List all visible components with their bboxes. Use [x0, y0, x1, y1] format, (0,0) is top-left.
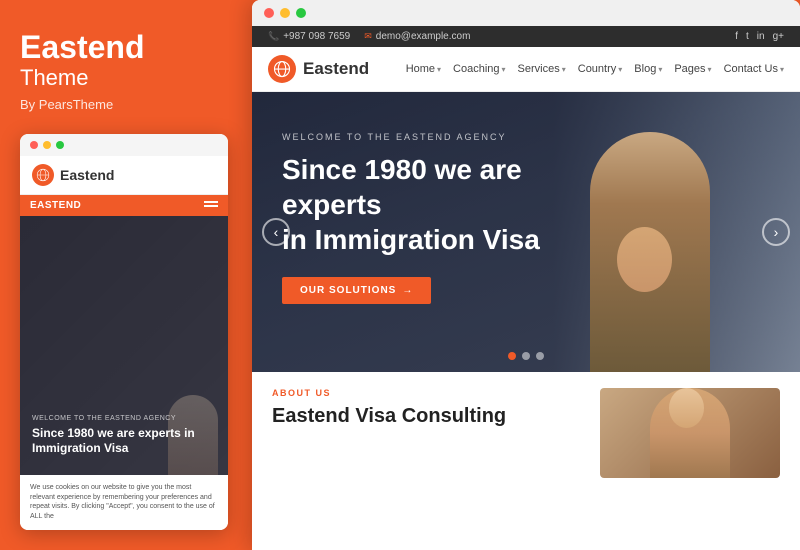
brand-by: By PearsTheme — [20, 97, 228, 112]
left-panel: Eastend Theme By PearsTheme Eastend EAST… — [0, 0, 248, 550]
nav-item-country[interactable]: Country ▾ — [578, 63, 623, 75]
nav-pages-chevron: ▾ — [708, 65, 712, 74]
nav-country-label: Country — [578, 63, 617, 75]
hero-headline: Since 1980 we are experts in Immigration… — [282, 152, 602, 257]
nav-contact-chevron: ▾ — [780, 65, 784, 74]
mini-browser-bar — [20, 134, 228, 156]
nav-coaching-label: Coaching — [453, 63, 499, 75]
nav-country-chevron: ▾ — [618, 65, 622, 74]
browser-dot-green[interactable] — [296, 8, 306, 18]
nav-logo-text: Eastend — [303, 59, 369, 79]
mini-hamburger-icon — [204, 201, 218, 211]
browser-chrome — [252, 0, 800, 26]
main-nav: Eastend Home ▾ Coaching ▾ Services ▾ Cou… — [252, 47, 800, 92]
brand-name: Eastend — [20, 30, 228, 65]
top-info-left: 📞 +987 098 7659 ✉ demo@example.com — [268, 31, 470, 42]
nav-blog-label: Blog — [634, 63, 656, 75]
nav-item-pages[interactable]: Pages ▾ — [674, 63, 711, 75]
nav-pages-label: Pages — [674, 63, 705, 75]
brand-subtitle: Theme — [20, 65, 228, 91]
top-info-bar: 📞 +987 098 7659 ✉ demo@example.com f t i… — [252, 26, 800, 47]
linkedin-icon[interactable]: in — [757, 31, 765, 42]
mini-dot-green — [56, 141, 64, 149]
mini-nav-bar: EASTEND — [20, 195, 228, 216]
mini-dot-yellow — [43, 141, 51, 149]
nav-coaching-chevron: ▾ — [502, 65, 506, 74]
hero-dot-1[interactable] — [508, 352, 516, 360]
facebook-icon[interactable]: f — [735, 31, 738, 42]
nav-item-coaching[interactable]: Coaching ▾ — [453, 63, 506, 75]
nav-item-blog[interactable]: Blog ▾ — [634, 63, 662, 75]
email-address: demo@example.com — [376, 31, 471, 42]
hero-cta-label: OUR SOLUTIONS — [300, 285, 396, 296]
hero-dot-3[interactable] — [536, 352, 544, 360]
mini-logo-icon — [32, 164, 54, 186]
nav-item-services[interactable]: Services ▾ — [518, 63, 566, 75]
main-browser: 📞 +987 098 7659 ✉ demo@example.com f t i… — [252, 0, 800, 550]
about-title: Eastend Visa Consulting — [272, 404, 584, 428]
hero-cta-button[interactable]: OUR SOLUTIONS → — [282, 277, 431, 304]
nav-home-label: Home — [406, 63, 435, 75]
about-image — [600, 388, 780, 478]
nav-logo[interactable]: Eastend — [268, 55, 369, 83]
mini-browser: Eastend EASTEND WELCOME TO THE EASTEND A… — [20, 134, 228, 530]
hero-prev-icon: ‹ — [274, 224, 279, 240]
browser-dot-red[interactable] — [264, 8, 274, 18]
nav-contact-label: Contact Us — [724, 63, 778, 75]
nav-item-contact[interactable]: Contact Us ▾ — [724, 63, 784, 75]
hero-content: WELCOME TO THE EASTEND AGENCY Since 1980… — [252, 92, 800, 344]
hamburger-line-3 — [204, 209, 212, 211]
hero-next-button[interactable]: › — [762, 218, 790, 246]
mini-cookie-notice: We use cookies on our website to give yo… — [20, 475, 228, 530]
hero-headline-line1: Since 1980 we are experts — [282, 154, 522, 220]
hero-cta-arrow-icon: → — [402, 285, 413, 296]
nav-logo-globe-icon — [268, 55, 296, 83]
email-info: ✉ demo@example.com — [364, 31, 470, 42]
mini-header: Eastend — [20, 156, 228, 195]
mini-welcome-text: WELCOME TO THE EASTEND AGENCY — [32, 415, 216, 422]
mini-headline-text: Since 1980 we are experts in Immigration… — [32, 426, 216, 457]
mini-logo-text: Eastend — [60, 167, 114, 183]
hero-prev-button[interactable]: ‹ — [262, 218, 290, 246]
mini-dot-red — [30, 141, 38, 149]
nav-services-label: Services — [518, 63, 560, 75]
nav-item-home[interactable]: Home ▾ — [406, 63, 441, 75]
nav-menu: Home ▾ Coaching ▾ Services ▾ Country ▾ B… — [406, 63, 784, 75]
browser-dot-yellow[interactable] — [280, 8, 290, 18]
social-links: f t in g+ — [735, 31, 784, 42]
mini-cookie-text: We use cookies on our website to give yo… — [30, 484, 215, 520]
content-area: ABOUT US Eastend Visa Consulting — [252, 372, 800, 494]
twitter-icon[interactable]: t — [746, 31, 749, 42]
mini-nav-brand: EASTEND — [30, 200, 81, 211]
googleplus-icon[interactable]: g+ — [773, 31, 784, 42]
nav-home-chevron: ▾ — [437, 65, 441, 74]
mini-hero: WELCOME TO THE EASTEND AGENCY Since 1980… — [20, 216, 228, 475]
hero-dot-2[interactable] — [522, 352, 530, 360]
about-section: ABOUT US Eastend Visa Consulting — [272, 388, 584, 478]
hero-next-icon: › — [774, 224, 779, 240]
hero-welcome-text: WELCOME TO THE EASTEND AGENCY — [282, 132, 770, 142]
phone-info: 📞 +987 098 7659 — [268, 31, 350, 42]
hero-headline-line2: in Immigration Visa — [282, 224, 540, 255]
phone-icon: 📞 — [268, 31, 279, 42]
email-icon: ✉ — [364, 31, 372, 42]
hamburger-line-1 — [204, 201, 218, 203]
hamburger-line-2 — [204, 205, 218, 207]
about-tag: ABOUT US — [272, 388, 584, 398]
nav-services-chevron: ▾ — [562, 65, 566, 74]
hero-dots — [508, 352, 544, 360]
hero-section: WELCOME TO THE EASTEND AGENCY Since 1980… — [252, 92, 800, 372]
nav-blog-chevron: ▾ — [658, 65, 662, 74]
phone-number: +987 098 7659 — [283, 31, 350, 42]
